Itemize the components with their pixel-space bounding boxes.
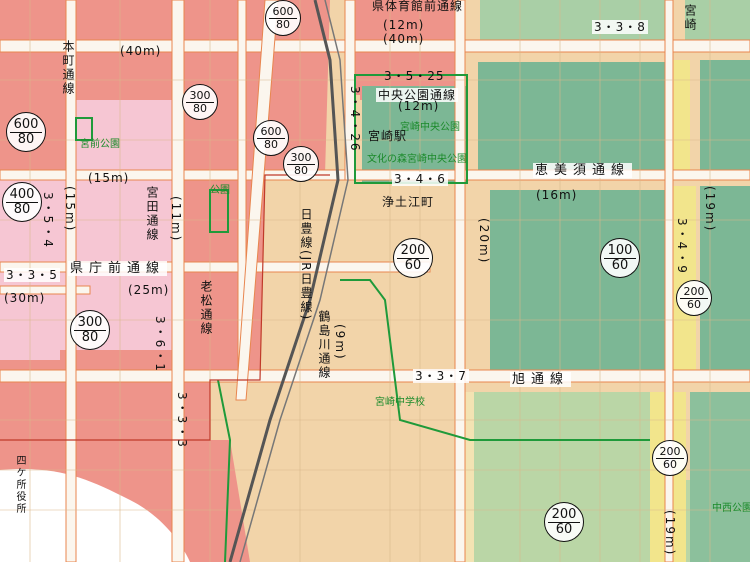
street-asahi: 旭通線	[510, 372, 572, 387]
facility-jhs: 宮崎中学校	[375, 397, 425, 408]
width-taiiku-40m: (40m)	[383, 32, 425, 46]
route-3-4-6: 3・4・6	[392, 172, 448, 186]
width-11m: (11m)	[169, 196, 183, 243]
width-19m-a: (19m)	[703, 186, 717, 233]
width-15m-a: (15m)	[88, 171, 130, 185]
low-residential-ne	[700, 60, 750, 170]
zoning-label: 400 80	[2, 182, 42, 222]
route-3-6-1: 3・6・1	[153, 316, 167, 373]
route-3-5-4: 3・5・4	[41, 192, 55, 249]
zoning-label: 200 60	[393, 238, 433, 278]
route-3-4-26: 3・4・26	[348, 86, 362, 153]
width-15m-b: (15m)	[63, 186, 77, 233]
width-19m-b: (19m)	[663, 510, 677, 557]
facility-bunka: 文化の森宮崎中央公園	[367, 154, 467, 165]
width-chuo-koen: (12m)	[398, 99, 440, 113]
zoning-label: 200 60	[652, 440, 688, 476]
street-rouma: 老松通線	[199, 280, 213, 336]
route-3-3-8: 3・3・8	[592, 20, 648, 34]
width-taiiku-12m: (12m)	[383, 18, 425, 32]
width-25m: (25m)	[128, 283, 170, 297]
width-40m: (40m)	[120, 44, 162, 58]
zoning-label: 200 60	[676, 280, 712, 316]
railway-nippo: 日豊線(JR日豊線)	[299, 208, 313, 322]
zoning-label: 600 80	[265, 0, 301, 36]
facility-park2: 公園	[210, 185, 230, 196]
facility-kencho: 四ケ所役所	[14, 455, 25, 515]
zoning-map[interactable]: 県体育館前通線 (12m) (40m) 3・3・8 宮崎 (40m) 3・5・2…	[0, 0, 750, 562]
zoning-label: 200 60	[544, 502, 584, 542]
facility-park1: 宮前公園	[80, 139, 120, 150]
label-miyazaki-station: 宮崎駅	[368, 129, 408, 143]
zoning-label: 100 60	[600, 238, 640, 278]
width-ebisu: (16m)	[536, 188, 578, 202]
zoning-label: 600 80	[6, 112, 46, 152]
street-kenchomae: 県庁前通線	[68, 261, 168, 276]
route-3-3-3: 3・3・3	[175, 392, 189, 449]
route-3-5-25: 3・5・25	[384, 69, 445, 83]
width-30m: (30m)	[4, 291, 46, 305]
street-ebisu: 恵美須通線	[533, 163, 633, 178]
street-tsuruga: 鶴島川通線	[317, 310, 331, 380]
route-3-4-9: 3・4・9	[675, 218, 689, 275]
zoning-label: 300 80	[283, 146, 319, 182]
facility-chuo-koen: 宮崎中央公園	[400, 122, 460, 133]
street-miyazaki-e: 宮崎	[683, 4, 697, 32]
low-residential-se	[690, 392, 750, 562]
width-20m: (20m)	[477, 218, 491, 265]
zoning-label: 300 80	[182, 84, 218, 120]
width-tsuruga: (9m)	[333, 324, 347, 361]
street-miyata: 宮田通線	[145, 186, 159, 242]
facility-park3: 中西公園	[712, 503, 750, 514]
commercial-inner-pink-north	[70, 100, 180, 170]
street-taiiku-kaikan: 県体育館前通線	[372, 0, 464, 13]
street-honmachi: 本町通線	[61, 40, 75, 96]
label-jodo: 浄土江町	[382, 195, 435, 209]
zoning-label: 300 80	[70, 310, 110, 350]
route-3-3-7: 3・3・7	[413, 369, 469, 383]
map-base	[0, 0, 750, 562]
route-3-3-5: 3・3・5	[4, 268, 60, 282]
